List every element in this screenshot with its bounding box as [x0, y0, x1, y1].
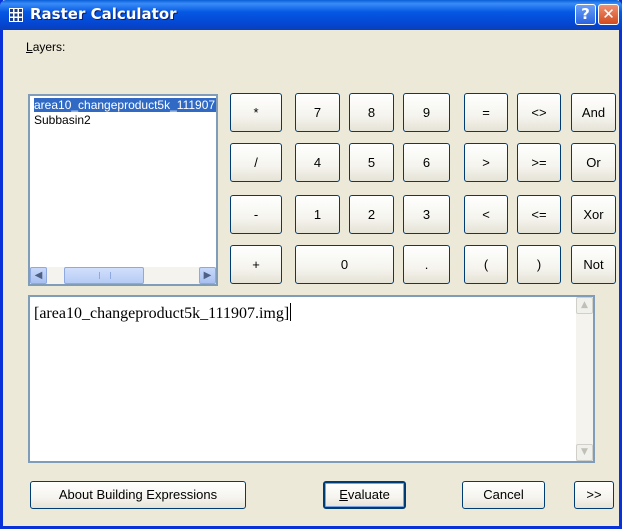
title-bar[interactable]: Raster Calculator ? ✕ [0, 0, 622, 30]
scroll-up-button[interactable]: ▲ [576, 297, 593, 314]
scroll-left-button[interactable]: ◀ [30, 267, 47, 284]
expression-value: [area10_changeproduct5k_111907.img] [34, 305, 290, 322]
window-title: Raster Calculator [30, 5, 177, 23]
digit-7-button[interactable]: 7 [295, 93, 340, 132]
arrow-right-icon: ▶ [203, 270, 212, 281]
right-paren-button[interactable]: ) [517, 245, 561, 284]
expression-value-wrapper: [area10_changeproduct5k_111907.img] [34, 303, 292, 323]
digit-1-button[interactable]: 1 [295, 195, 340, 234]
decimal-point-button[interactable]: . [403, 245, 450, 284]
calculator-grid-icon [9, 8, 23, 22]
digit-2-button[interactable]: 2 [349, 195, 394, 234]
layers-horizontal-scrollbar[interactable]: ◀ ▶ [30, 267, 216, 284]
layer-item-area10[interactable]: area10_changeproduct5k_111907.img [34, 98, 216, 112]
text-caret [290, 303, 292, 321]
cancel-button[interactable]: Cancel [462, 481, 545, 509]
expand-more-button[interactable]: >> [574, 481, 614, 509]
scroll-grip-icon [99, 272, 111, 279]
digit-9-button[interactable]: 9 [403, 93, 450, 132]
digit-0-button[interactable]: 0 [295, 245, 394, 284]
evaluate-accelerator: E [339, 487, 348, 502]
operator-and-button[interactable]: And [571, 93, 616, 132]
expression-textbox[interactable]: [area10_changeproduct5k_111907.img] ▲ ▼ [28, 295, 595, 463]
operator-plus-button[interactable]: + [230, 245, 282, 284]
layers-label: Layers: [26, 40, 65, 54]
layers-label-accelerator: L [26, 40, 33, 54]
operator-or-button[interactable]: Or [571, 143, 616, 182]
digit-6-button[interactable]: 6 [403, 143, 450, 182]
operator-less-than-button[interactable]: < [464, 195, 508, 234]
arrow-left-icon: ◀ [34, 270, 43, 281]
about-building-expressions-button[interactable]: About Building Expressions [30, 481, 246, 509]
raster-calculator-window: Raster Calculator ? ✕ Layers: area10_cha… [0, 0, 622, 529]
operator-xor-button[interactable]: Xor [571, 195, 616, 234]
digit-8-button[interactable]: 8 [349, 93, 394, 132]
layers-list[interactable]: area10_changeproduct5k_111907.img Subbas… [28, 94, 218, 286]
evaluate-button[interactable]: Evaluate [323, 481, 406, 509]
operator-equals-button[interactable]: = [464, 93, 508, 132]
layers-label-text: ayers: [32, 40, 66, 54]
operator-not-equal-button[interactable]: <> [517, 93, 561, 132]
digit-4-button[interactable]: 4 [295, 143, 340, 182]
operator-divide-button[interactable]: / [230, 143, 282, 182]
scroll-right-button[interactable]: ▶ [199, 267, 216, 284]
digit-3-button[interactable]: 3 [403, 195, 450, 234]
help-icon: ? [581, 5, 590, 23]
help-button[interactable]: ? [575, 4, 596, 25]
operator-not-button[interactable]: Not [571, 245, 616, 284]
arrow-down-icon: ▼ [581, 447, 588, 457]
scroll-thumb[interactable] [64, 267, 144, 284]
layer-item-subbasin2[interactable]: Subbasin2 [34, 113, 216, 127]
operator-multiply-button[interactable]: * [230, 93, 282, 132]
operator-minus-button[interactable]: - [230, 195, 282, 234]
close-icon: ✕ [602, 5, 615, 23]
operator-less-equal-button[interactable]: <= [517, 195, 561, 234]
operator-greater-than-button[interactable]: > [464, 143, 508, 182]
left-paren-button[interactable]: ( [464, 245, 508, 284]
arrow-up-icon: ▲ [581, 300, 588, 310]
close-button[interactable]: ✕ [598, 4, 619, 25]
expression-vertical-scrollbar[interactable]: ▲ ▼ [576, 297, 593, 461]
digit-5-button[interactable]: 5 [349, 143, 394, 182]
operator-greater-equal-button[interactable]: >= [517, 143, 561, 182]
scroll-down-button[interactable]: ▼ [576, 444, 593, 461]
evaluate-label: valuate [347, 487, 390, 502]
